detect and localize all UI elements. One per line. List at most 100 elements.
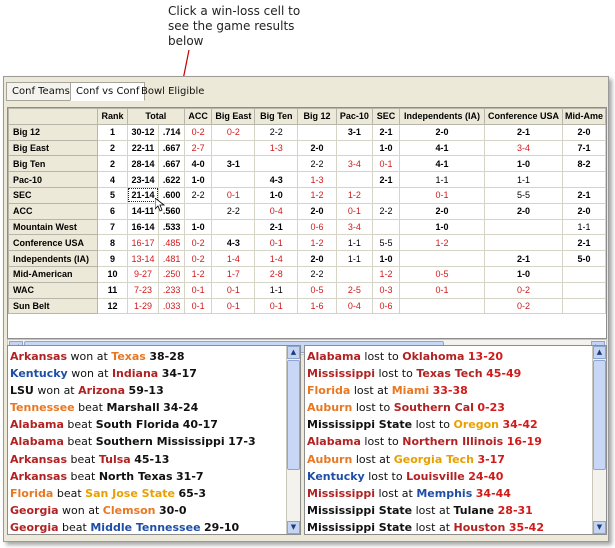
list-item[interactable]: LSU won at Arizona 59-13 xyxy=(10,382,284,399)
win-loss-cell[interactable]: 1-4 xyxy=(254,250,299,267)
win-loss-cell[interactable]: 2-2 xyxy=(297,265,337,283)
win-loss-cell[interactable] xyxy=(335,265,374,283)
win-loss-cell[interactable]: 0-1 xyxy=(211,186,256,204)
vertical-scrollbar[interactable]: ▲ ▼ xyxy=(286,346,300,534)
column-header[interactable]: Mid-Ame xyxy=(561,108,606,125)
win-loss-cell[interactable]: 1-1 xyxy=(398,171,486,188)
column-header[interactable]: Total xyxy=(126,108,185,125)
win-loss-cell[interactable]: 2-1 xyxy=(484,123,563,141)
win-loss-cell[interactable]: 0-2 xyxy=(183,123,213,141)
wins-list[interactable]: Arkansas won at Texas 38-28 Kentucky won … xyxy=(7,345,301,535)
win-loss-cell[interactable] xyxy=(561,265,606,283)
win-loss-cell[interactable]: 0-2 xyxy=(211,123,256,141)
win-loss-cell[interactable]: 2-0 xyxy=(398,202,486,220)
win-loss-cell[interactable]: 1-0 xyxy=(183,218,213,236)
win-loss-cell[interactable]: 1-0 xyxy=(372,250,400,267)
row-header[interactable]: Independents (IA) xyxy=(8,250,99,267)
win-loss-cell[interactable]: 1-0 xyxy=(484,265,563,283)
win-loss-cell[interactable]: 1-2 xyxy=(335,186,374,204)
win-loss-cell[interactable]: 1-2 xyxy=(398,234,486,252)
win-loss-cell[interactable]: 0-3 xyxy=(372,281,400,299)
win-loss-cell[interactable]: 7-1 xyxy=(561,139,606,157)
losses-list[interactable]: Alabama lost to Oklahoma 13-20 Mississipp… xyxy=(304,345,607,535)
list-item[interactable]: Mississippi State lost at Houston 35-42 xyxy=(307,519,590,534)
win-loss-cell[interactable]: 1-0 xyxy=(398,218,486,236)
win-loss-cell[interactable]: 1-6 xyxy=(297,297,337,315)
scroll-down-icon[interactable]: ▼ xyxy=(287,521,300,534)
win-loss-cell[interactable]: 2-1 xyxy=(372,123,400,141)
win-loss-cell[interactable]: 2-1 xyxy=(561,186,606,204)
column-header[interactable]: Big Ten xyxy=(254,108,299,125)
column-header[interactable]: Pac-10 xyxy=(335,108,374,125)
win-loss-cell[interactable]: 0-1 xyxy=(211,281,256,299)
win-loss-cell[interactable]: 0-1 xyxy=(398,186,486,204)
row-header[interactable]: Big East xyxy=(8,139,99,157)
win-loss-cell[interactable] xyxy=(561,171,606,188)
row-header[interactable]: Mountain West xyxy=(8,218,99,236)
list-item[interactable]: Kentucky won at Indiana 34-17 xyxy=(10,365,284,382)
win-loss-cell[interactable] xyxy=(254,155,299,173)
total-record-cell[interactable]: 16-17 xyxy=(126,234,160,252)
win-loss-cell[interactable]: 1-2 xyxy=(297,186,337,204)
win-loss-cell[interactable]: 1-1 xyxy=(254,281,299,299)
list-item[interactable]: Alabama lost to Oklahoma 13-20 xyxy=(307,348,590,365)
scroll-thumb[interactable] xyxy=(593,360,606,470)
win-loss-cell[interactable]: 0-5 xyxy=(398,265,486,283)
win-loss-cell[interactable]: 0-6 xyxy=(372,297,400,315)
win-loss-cell[interactable]: 2-1 xyxy=(372,171,400,188)
win-loss-cell[interactable] xyxy=(211,171,256,188)
win-loss-cell[interactable]: 4-3 xyxy=(254,171,299,188)
win-loss-cell[interactable]: 0-6 xyxy=(297,218,337,236)
column-header[interactable]: Conference USA xyxy=(484,108,563,125)
win-loss-cell[interactable]: 4-1 xyxy=(398,139,486,157)
win-loss-cell[interactable] xyxy=(372,218,400,236)
row-header[interactable]: ACC xyxy=(8,202,99,220)
win-loss-cell[interactable]: 2-7 xyxy=(183,139,213,157)
win-loss-cell[interactable]: 5-5 xyxy=(372,234,400,252)
win-loss-cell[interactable] xyxy=(297,123,337,141)
list-item[interactable]: Mississippi lost at Memphis 34-44 xyxy=(307,485,590,502)
win-loss-cell[interactable]: 0-1 xyxy=(372,155,400,173)
tab-conf-teams[interactable]: Conf Teams xyxy=(6,82,76,101)
scroll-thumb[interactable] xyxy=(287,360,300,470)
win-loss-cell[interactable] xyxy=(398,297,486,315)
scroll-up-icon[interactable]: ▲ xyxy=(287,346,300,359)
tab-bowl-eligible[interactable]: Bowl Eligible xyxy=(135,82,210,101)
total-record-cell[interactable]: 9-27 xyxy=(126,265,160,283)
scroll-up-icon[interactable]: ▲ xyxy=(593,346,606,359)
win-loss-cell[interactable]: 1-0 xyxy=(254,186,299,204)
win-loss-cell[interactable]: 8-2 xyxy=(561,155,606,173)
win-loss-cell[interactable] xyxy=(335,139,374,157)
win-loss-cell[interactable]: 1-1 xyxy=(561,218,606,236)
win-loss-cell[interactable] xyxy=(183,202,213,220)
win-loss-cell[interactable]: 1-0 xyxy=(372,139,400,157)
win-loss-cell[interactable] xyxy=(484,234,563,252)
win-loss-cell[interactable]: 2-0 xyxy=(398,123,486,141)
list-item[interactable]: Mississippi State lost at Tulane 28-31 xyxy=(307,502,590,519)
win-loss-cell[interactable]: 1-2 xyxy=(183,265,213,283)
win-loss-cell[interactable]: 0-1 xyxy=(335,202,374,220)
win-loss-cell[interactable]: 2-2 xyxy=(254,123,299,141)
win-loss-cell[interactable]: 2-0 xyxy=(297,139,337,157)
win-loss-cell[interactable]: 2-2 xyxy=(372,202,400,220)
win-loss-cell[interactable]: 2-1 xyxy=(561,234,606,252)
row-header[interactable]: Mid-American xyxy=(8,265,99,283)
win-loss-cell[interactable]: 1-7 xyxy=(211,265,256,283)
win-loss-cell[interactable]: 1-2 xyxy=(372,265,400,283)
win-loss-cell[interactable]: 1-4 xyxy=(211,250,256,267)
win-loss-cell[interactable]: 0-4 xyxy=(335,297,374,315)
win-loss-cell[interactable]: 2-0 xyxy=(297,202,337,220)
row-header[interactable]: Pac-10 xyxy=(8,171,99,188)
row-header[interactable]: Conference USA xyxy=(8,234,99,252)
win-loss-cell[interactable] xyxy=(372,186,400,204)
win-loss-cell[interactable]: 0-5 xyxy=(297,281,337,299)
win-loss-cell[interactable]: 2-0 xyxy=(561,123,606,141)
scroll-down-icon[interactable]: ▼ xyxy=(593,521,606,534)
win-loss-cell[interactable]: 3-4 xyxy=(335,155,374,173)
win-loss-cell[interactable]: 1-3 xyxy=(254,139,299,157)
win-loss-cell[interactable]: 2-1 xyxy=(254,218,299,236)
row-header[interactable]: WAC xyxy=(8,281,99,299)
win-loss-cell[interactable]: 2-5 xyxy=(335,281,374,299)
win-loss-cell[interactable] xyxy=(335,171,374,188)
column-header[interactable]: Rank xyxy=(97,108,128,125)
